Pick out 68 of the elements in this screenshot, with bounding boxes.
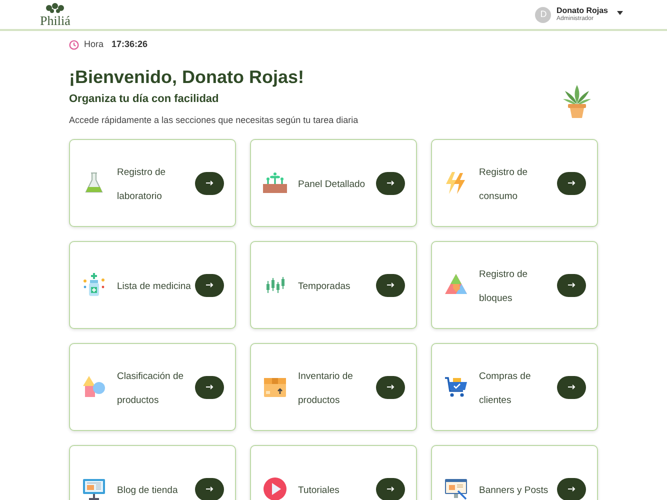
- open-section-button[interactable]: [557, 478, 586, 500]
- section-card[interactable]: Registro de bloques: [431, 241, 598, 329]
- section-card[interactable]: Banners y Posts: [431, 445, 598, 500]
- logo-text[interactable]: Philiá: [40, 14, 70, 27]
- arrow-right-icon: [386, 384, 394, 390]
- section-title: Compras de clientes: [479, 371, 531, 406]
- shopping-cart-icon: [444, 375, 468, 399]
- welcome-subtitle: Organiza tu día con facilidad: [69, 92, 220, 107]
- potted-plant-icon: [562, 83, 592, 119]
- section-card[interactable]: Temporadas: [250, 241, 417, 329]
- section-title: Temporadas: [298, 281, 350, 292]
- colored-triangle-icon: [444, 273, 468, 297]
- play-button-icon: [263, 477, 287, 500]
- user-name: Donato Rojas: [556, 6, 608, 16]
- section-title: Inventario de productos: [298, 371, 353, 406]
- section-title: Blog de tienda: [117, 485, 178, 496]
- section-card[interactable]: Registro de consumo: [431, 139, 598, 227]
- section-card[interactable]: Lista de medicina: [69, 241, 236, 329]
- cardboard-box-icon: [263, 375, 287, 399]
- arrow-right-icon: [206, 282, 214, 288]
- current-time: 17:36:26: [112, 38, 148, 52]
- section-card[interactable]: Registro de laboratorio: [69, 139, 236, 227]
- arrow-right-icon: [206, 180, 214, 186]
- lightning-icon: [444, 171, 468, 195]
- open-section-button[interactable]: [376, 478, 405, 500]
- section-title: Tutoriales: [298, 485, 340, 496]
- section-title: Clasificación de productos: [117, 371, 184, 406]
- section-title: Lista de medicina: [117, 281, 191, 292]
- section-title: Panel Detallado: [298, 179, 366, 190]
- arrow-right-icon: [568, 282, 576, 288]
- section-card[interactable]: Compras de clientes: [431, 343, 598, 431]
- seedling-in-soil-icon: [263, 171, 287, 195]
- welcome-title: ¡Bienvenido, Donato Rojas!: [69, 66, 306, 88]
- section-card[interactable]: Inventario de productos: [250, 343, 417, 431]
- open-section-button[interactable]: [557, 172, 586, 194]
- arrow-right-icon: [568, 180, 576, 186]
- medicine-bottle-icon: [82, 273, 106, 297]
- open-section-button[interactable]: [376, 274, 405, 296]
- arrow-right-icon: [386, 282, 394, 288]
- section-card[interactable]: Tutoriales: [250, 445, 417, 500]
- section-card[interactable]: Panel Detallado: [250, 139, 417, 227]
- open-section-button[interactable]: [195, 274, 224, 296]
- open-section-button[interactable]: [376, 376, 405, 398]
- open-section-button[interactable]: [376, 172, 405, 194]
- blog-monitor-icon: [82, 477, 106, 500]
- section-title: Registro de consumo: [479, 167, 528, 202]
- open-section-button[interactable]: [195, 478, 224, 500]
- arrow-right-icon: [206, 486, 214, 492]
- section-title: Registro de laboratorio: [117, 167, 166, 202]
- open-section-button[interactable]: [195, 376, 224, 398]
- geometric-shapes-icon: [82, 375, 106, 399]
- design-monitor-icon: [444, 477, 468, 500]
- section-title: Banners y Posts: [479, 485, 548, 496]
- arrow-right-icon: [568, 384, 576, 390]
- arrow-right-icon: [568, 486, 576, 492]
- open-section-button[interactable]: [557, 376, 586, 398]
- time-label: Hora: [84, 38, 104, 52]
- section-title: Registro de bloques: [479, 269, 528, 304]
- arrow-right-icon: [386, 486, 394, 492]
- caret-icon: [617, 10, 623, 14]
- welcome-description: Accede rápidamente a las secciones que necesitas según tu tarea diaria: [69, 114, 358, 127]
- section-card[interactable]: Blog de tienda: [69, 445, 236, 500]
- clock-icon: [69, 40, 79, 50]
- arrow-right-icon: [386, 180, 394, 186]
- open-section-button[interactable]: [557, 274, 586, 296]
- section-card[interactable]: Clasificación de productos: [69, 343, 236, 431]
- arrow-right-icon: [206, 384, 214, 390]
- open-section-button[interactable]: [195, 172, 224, 194]
